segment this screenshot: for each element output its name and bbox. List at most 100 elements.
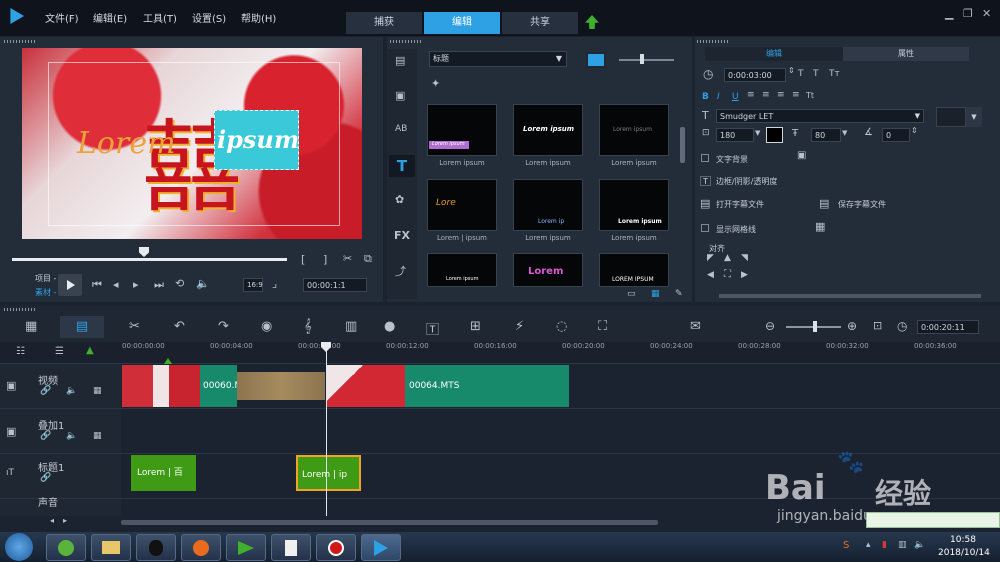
title-thumb[interactable]: Lorem ipsum [513,104,583,156]
volume-icon[interactable]: 🔈 [66,386,77,396]
align-right-edge-icon[interactable]: ▶ [741,270,748,280]
tools-icon[interactable]: ✂ [129,319,140,334]
text-size-icon[interactable]: Tт [829,69,840,79]
menu-file[interactable]: 文件(F) [45,10,79,25]
angle-field[interactable]: 0 [882,128,910,142]
line-spacing-field[interactable]: 80 [811,128,841,142]
menu-tools[interactable]: 工具(T) [143,10,177,25]
underline-button[interactable]: U [732,92,739,102]
sound-mixer-icon[interactable]: 𝄞 [304,319,312,334]
title-thumb[interactable]: Lorem ipsum [427,253,497,287]
undo-icon[interactable]: ↶ [174,319,185,334]
timeline-view-button[interactable]: ▤ [60,316,104,338]
timecode-field[interactable]: 00:00:1:1 [303,278,367,292]
track-manager-icon[interactable]: ☷ [16,346,25,357]
media-icon[interactable]: ▤ [395,54,405,67]
save-subtitle-label[interactable]: 保存字幕文件 [838,199,886,210]
panel-grip[interactable] [4,308,36,311]
align-top-left-icon[interactable]: ◤ [707,253,714,263]
clock-time[interactable]: 10:58 [950,535,976,545]
mask-creator-icon[interactable]: ◌ [556,319,567,334]
menu-edit[interactable]: 编辑(E) [93,10,127,25]
time-remap-icon[interactable]: ⚡ [515,319,524,334]
previous-frame-icon[interactable]: ◂ [113,278,119,291]
title-thumb[interactable]: Lorem [513,253,583,287]
scrubber-handle[interactable] [139,247,149,257]
border-icon[interactable]: 🅃 [700,173,711,189]
case-icon[interactable]: Tt [806,91,814,100]
list-view-toggle[interactable] [586,52,606,68]
minimize-icon[interactable]: ▁ [945,7,953,20]
taskbar-app-document[interactable] [271,534,311,561]
duration-field[interactable]: 0:00:03:00 [724,68,786,82]
category-dropdown[interactable]: 标题 ▼ [429,51,567,67]
add-marker-icon[interactable]: ▲ [86,345,94,356]
instant-project-icon[interactable]: ▣ [395,89,405,102]
start-button[interactable] [5,533,33,561]
volume-icon[interactable]: 🔈 [66,431,77,441]
menu-settings[interactable]: 设置(S) [192,10,226,25]
overlay-title-lorem[interactable]: Lorem [77,126,176,161]
graphic-icon[interactable]: ✿ [395,193,404,206]
play-button[interactable] [58,274,82,296]
italic-button[interactable]: I [717,92,720,102]
font-size-field[interactable]: 180 [716,128,754,142]
align-top-icon[interactable]: ▲ [724,253,731,263]
stepper-icon[interactable]: ⇕ [788,66,795,75]
zoom-in-icon[interactable]: ⊕ [847,319,857,333]
panel-grip[interactable] [390,40,422,43]
add-favorite-icon[interactable]: ✦ [431,77,440,90]
taskbar-app-explorer[interactable] [91,534,131,561]
title-clip-selected[interactable]: Lorem | ip [296,455,361,491]
library-scrollbar[interactable] [680,127,685,163]
tab-share[interactable]: 共享 [502,12,578,34]
open-subtitle-icon[interactable]: ▤ [700,197,710,210]
link-icon[interactable]: 🔗 [40,473,51,483]
zoom-out-icon[interactable]: ⊖ [765,319,775,333]
upload-arrow-icon[interactable] [585,15,599,29]
path-icon[interactable]: ⤴ [395,263,406,279]
scroll-right-icon[interactable]: ▸ [63,516,67,525]
ime-toolbar[interactable] [866,512,1000,528]
title-thumb[interactable]: Lore [427,179,497,231]
title-thumb[interactable]: Lorem ipsum [427,104,497,156]
title-thumb[interactable]: Lorem ipsum [599,104,669,156]
title-thumb[interactable]: LOREM IPSUM [599,253,669,287]
preview-screen[interactable]: 囍 Lorem ipsum [22,48,362,239]
end-icon[interactable]: ⏭ [154,278,164,292]
transition-clip[interactable] [237,372,325,400]
panel-grip[interactable] [4,40,36,43]
text-style-icon[interactable]: T [798,69,804,79]
font-color-swatch[interactable] [766,127,783,143]
selected-title-box[interactable]: ipsum [214,110,299,170]
align-left-icon[interactable]: ≡ [747,90,755,100]
thumbnail-size-handle[interactable] [640,54,644,64]
tray-icon[interactable]: ▴ [866,540,871,550]
playhead[interactable] [326,342,327,516]
grid-settings-icon[interactable]: ▦ [815,220,825,233]
panel-grip[interactable] [697,40,729,43]
ripple-icon[interactable]: ▦ [93,386,102,396]
volume-tray-icon[interactable]: 🔈 [914,540,925,550]
redo-icon[interactable]: ↷ [218,319,229,334]
clock-date[interactable]: 2018/10/14 [938,548,990,558]
ime-icon[interactable]: S [843,540,849,551]
storyboard-view-icon[interactable]: ▦ [25,319,37,334]
link-icon[interactable]: 🔗 [40,431,51,441]
menu-help[interactable]: 帮助(H) [241,10,276,25]
mark-out-icon[interactable]: ] [323,253,327,266]
taskbar-app-media[interactable] [226,534,266,561]
link-icon[interactable]: 🔗 [40,386,51,396]
ripple-icon[interactable]: ▦ [93,431,102,441]
options-scrollbar[interactable] [719,294,981,298]
border-shadow-label[interactable]: 边框/阴影/透明度 [716,176,777,187]
stepper-icon[interactable]: ⇕ [911,126,918,135]
title-icon[interactable]: T [389,155,415,177]
color-swatch-secondary[interactable] [936,107,966,127]
align-justify-icon[interactable]: ≡ [792,90,800,100]
mode-project-label[interactable]: 项目 - [35,273,56,284]
taskbar-app-firefox[interactable] [181,534,221,561]
view-list-icon[interactable]: ▭ [627,289,636,299]
fit-project-icon[interactable]: ⊡ [873,319,882,332]
transition-icon[interactable]: AB [395,124,407,134]
